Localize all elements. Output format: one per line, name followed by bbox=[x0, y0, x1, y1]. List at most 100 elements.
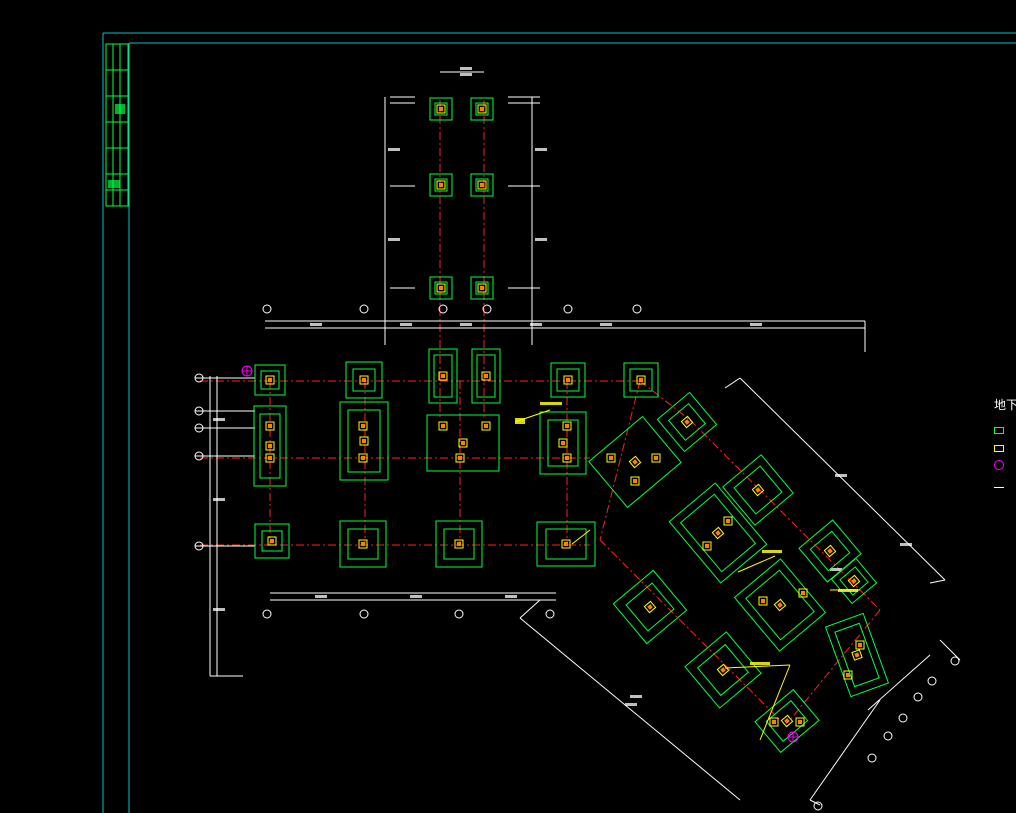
column-core bbox=[439, 286, 443, 290]
annotation-leader bbox=[759, 664, 791, 741]
dimension-line bbox=[519, 599, 541, 619]
column-core bbox=[720, 667, 726, 673]
footing bbox=[339, 401, 389, 481]
annotation-tag bbox=[750, 662, 770, 665]
column-core bbox=[268, 456, 272, 460]
column-core bbox=[458, 456, 462, 460]
dimension-tick bbox=[460, 67, 472, 70]
column-core bbox=[268, 424, 272, 428]
column-core bbox=[772, 720, 776, 724]
column-core bbox=[858, 643, 862, 647]
footing bbox=[426, 414, 500, 472]
footing bbox=[471, 348, 501, 404]
footing bbox=[612, 569, 688, 645]
footing bbox=[470, 173, 494, 197]
annotation-tag bbox=[838, 589, 858, 592]
axis-bubble bbox=[454, 609, 464, 619]
column-core bbox=[609, 456, 613, 460]
footing bbox=[668, 482, 768, 584]
column-core bbox=[798, 720, 802, 724]
column-core bbox=[441, 374, 445, 378]
column-core bbox=[851, 578, 857, 584]
footing bbox=[536, 521, 596, 567]
footing bbox=[824, 612, 890, 698]
annotation-tag bbox=[540, 402, 562, 405]
column-core bbox=[270, 539, 274, 543]
footing bbox=[429, 276, 453, 300]
north-marker-icon[interactable] bbox=[787, 731, 799, 743]
column-core bbox=[362, 378, 366, 382]
footing bbox=[539, 411, 587, 475]
column-core bbox=[268, 378, 272, 382]
dimension-tick bbox=[460, 73, 472, 76]
dimension-tick bbox=[630, 695, 642, 698]
axis-bubble bbox=[359, 609, 369, 619]
footing bbox=[428, 348, 458, 404]
column-core bbox=[566, 378, 570, 382]
column-core bbox=[801, 591, 805, 595]
axis-line bbox=[689, 419, 881, 611]
axis-bubble bbox=[262, 304, 272, 314]
column-core bbox=[726, 519, 730, 523]
axis-bubble bbox=[359, 304, 369, 314]
dimension-tick bbox=[388, 148, 400, 151]
legend-item-footing bbox=[994, 419, 1016, 434]
axis-bubble bbox=[927, 676, 937, 686]
dimension-tick bbox=[310, 323, 322, 326]
axis-bubble bbox=[898, 713, 908, 723]
drawing-frame bbox=[102, 32, 1016, 813]
footing bbox=[754, 688, 820, 754]
footing bbox=[588, 415, 682, 509]
legend-panel: 地下 bbox=[994, 396, 1016, 566]
column-core bbox=[654, 456, 658, 460]
legend-title: 地下 bbox=[994, 398, 1016, 412]
footing bbox=[254, 523, 290, 559]
column-core bbox=[564, 542, 568, 546]
footing bbox=[429, 97, 453, 121]
footing bbox=[339, 520, 387, 568]
dimension-tick bbox=[505, 595, 517, 598]
footing-swatch-icon bbox=[994, 427, 1004, 434]
column-core bbox=[777, 602, 783, 608]
legend-item-dim bbox=[994, 473, 1016, 488]
dimension-tick bbox=[835, 474, 847, 477]
cad-drawing-canvas[interactable] bbox=[0, 0, 1016, 813]
column-core bbox=[761, 599, 765, 603]
dimension-line bbox=[929, 579, 946, 584]
column-core bbox=[441, 424, 445, 428]
dimension-tick bbox=[400, 323, 412, 326]
dimension-tick bbox=[535, 238, 547, 241]
footing bbox=[722, 454, 794, 526]
axis-line bbox=[639, 380, 691, 421]
column-core bbox=[268, 444, 272, 448]
dimension-tick bbox=[900, 543, 912, 546]
title-block bbox=[105, 43, 129, 207]
column-core bbox=[480, 107, 484, 111]
axis-bubble bbox=[883, 731, 893, 741]
column-core bbox=[647, 604, 653, 610]
axis-bubble bbox=[950, 656, 960, 666]
axis-bubble bbox=[813, 801, 823, 811]
dimension-symbol-icon bbox=[994, 487, 1004, 488]
column-core bbox=[715, 530, 721, 536]
footing bbox=[550, 362, 586, 398]
column-core bbox=[439, 183, 443, 187]
column-core bbox=[484, 424, 488, 428]
origin-marker-icon[interactable] bbox=[241, 365, 253, 377]
column-core bbox=[684, 419, 690, 425]
column-core bbox=[361, 424, 365, 428]
column-core bbox=[827, 548, 833, 554]
axis-bubble bbox=[867, 753, 877, 763]
column-core bbox=[439, 107, 443, 111]
annotation-leader bbox=[724, 664, 791, 669]
column-core bbox=[561, 441, 565, 445]
annotation-leader bbox=[571, 529, 591, 545]
column-core bbox=[784, 718, 790, 724]
column-core bbox=[361, 456, 365, 460]
dimension-line bbox=[724, 377, 741, 389]
annotation-tag bbox=[762, 550, 782, 553]
column-core bbox=[639, 378, 643, 382]
dimension-tick bbox=[410, 595, 422, 598]
dimension-line bbox=[867, 654, 931, 711]
dimension-line bbox=[809, 699, 881, 801]
